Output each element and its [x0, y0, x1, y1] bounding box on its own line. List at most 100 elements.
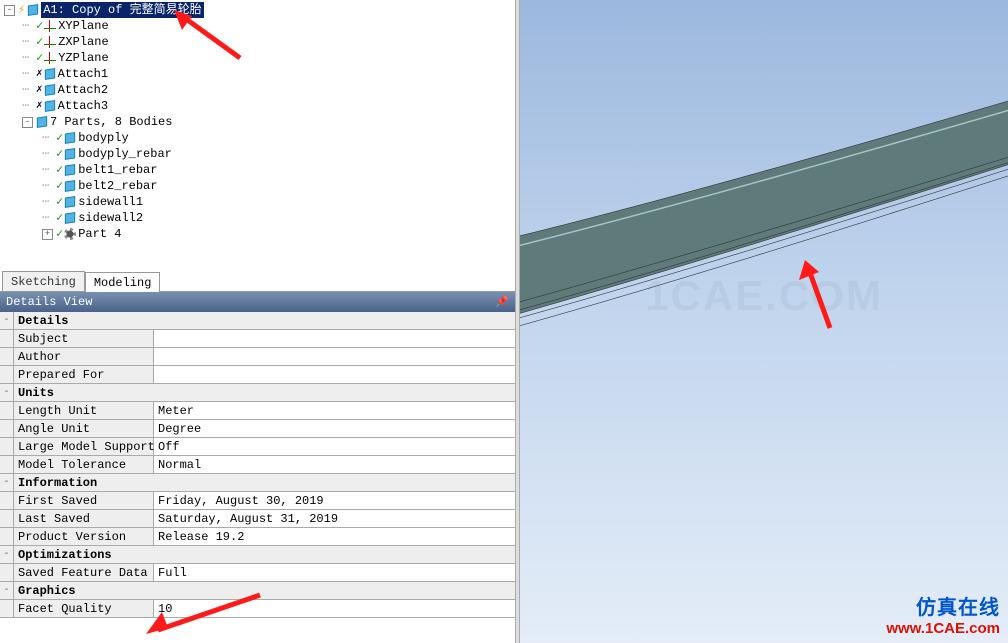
- grid-label: Subject: [14, 330, 154, 347]
- suppress-icon: ✗: [36, 98, 43, 114]
- grid-label: Last Saved: [14, 510, 154, 527]
- grid-value[interactable]: Degree: [154, 420, 515, 437]
- tree-connector: ⋯: [42, 178, 56, 194]
- check-icon: ✓: [36, 50, 43, 66]
- tree-root-label[interactable]: A1: Copy of 完整简易轮胎: [41, 2, 203, 18]
- check-icon: ✓: [56, 194, 63, 210]
- check-icon: ✓: [56, 130, 63, 146]
- tree-connector: ⋯: [22, 66, 36, 82]
- grid-value[interactable]: 10: [154, 600, 515, 617]
- check-icon: ✓: [36, 34, 43, 50]
- tree-item-label[interactable]: Attach3: [58, 98, 108, 114]
- grid-label: Product Version: [14, 528, 154, 545]
- collapse-icon[interactable]: -: [0, 582, 14, 599]
- geometry-icon: [28, 4, 38, 16]
- grid-label: Facet Quality: [14, 600, 154, 617]
- watermark: 仿真在线 www.1CAE.com: [886, 591, 1000, 637]
- grid-value[interactable]: Meter: [154, 402, 515, 419]
- attach-icon: [45, 84, 55, 96]
- tree-item-label[interactable]: Part 4: [78, 226, 121, 242]
- suppress-icon: ✗: [36, 66, 43, 82]
- body-icon: [65, 164, 75, 176]
- grid-header: Units: [14, 384, 515, 401]
- tab-strip: Sketching Modeling: [0, 270, 515, 292]
- body-icon: [65, 148, 75, 160]
- grid-value[interactable]: Friday, August 30, 2019: [154, 492, 515, 509]
- collapse-icon[interactable]: -: [0, 384, 14, 401]
- watermark-cn: 仿真在线: [886, 591, 1000, 620]
- tab-sketching[interactable]: Sketching: [2, 271, 85, 291]
- tree-item-label[interactable]: 7 Parts, 8 Bodies: [50, 114, 172, 130]
- watermark-en: www.1CAE.com: [886, 620, 1000, 637]
- grid-value[interactable]: [154, 348, 515, 365]
- tree-connector: ⋯: [42, 210, 56, 226]
- suppress-icon: ✗: [36, 82, 43, 98]
- collapse-icon[interactable]: -: [0, 312, 14, 329]
- grid-value[interactable]: Release 19.2: [154, 528, 515, 545]
- model-geometry: [520, 50, 1008, 350]
- tree-item-label[interactable]: YZPlane: [58, 50, 108, 66]
- attach-icon: [45, 100, 55, 112]
- tree-connector: ⋯: [22, 50, 36, 66]
- tree-item-label[interactable]: sidewall2: [78, 210, 143, 226]
- details-titlebar: Details View 📌: [0, 292, 515, 312]
- tree-item-label[interactable]: ZXPlane: [58, 34, 108, 50]
- collapse-icon[interactable]: -: [22, 117, 33, 128]
- check-icon: ✓: [56, 226, 63, 242]
- outline-tree[interactable]: - ⚡ A1: Copy of 完整简易轮胎 ⋯✓XYPlane ⋯✓ZXPla…: [0, 0, 515, 270]
- grid-value[interactable]: [154, 366, 515, 383]
- left-panel: - ⚡ A1: Copy of 完整简易轮胎 ⋯✓XYPlane ⋯✓ZXPla…: [0, 0, 515, 643]
- grid-label: Angle Unit: [14, 420, 154, 437]
- tree-item-label[interactable]: XYPlane: [58, 18, 108, 34]
- pin-icon[interactable]: 📌: [495, 295, 509, 309]
- tree-item-label[interactable]: Attach2: [58, 82, 108, 98]
- check-icon: ✓: [56, 210, 63, 226]
- grid-header: Graphics: [14, 582, 515, 599]
- attach-icon: [45, 68, 55, 80]
- plane-icon: [44, 36, 56, 48]
- grid-header: Details: [14, 312, 515, 329]
- grid-label: First Saved: [14, 492, 154, 509]
- expand-icon[interactable]: +: [42, 229, 53, 240]
- tree-connector: ⋯: [22, 34, 36, 50]
- grid-label: Model Tolerance: [14, 456, 154, 473]
- body-icon: [65, 132, 75, 144]
- grid-value[interactable]: Off: [154, 438, 515, 455]
- tree-connector: ⋯: [22, 98, 36, 114]
- collapse-icon[interactable]: -: [0, 474, 14, 491]
- details-grid: -Details Subject Author Prepared For -Un…: [0, 312, 515, 643]
- tree-item-label[interactable]: belt1_rebar: [78, 162, 157, 178]
- tree-connector: ⋯: [42, 194, 56, 210]
- grid-value[interactable]: Saturday, August 31, 2019: [154, 510, 515, 527]
- tree-item-label[interactable]: Attach1: [58, 66, 108, 82]
- grid-value[interactable]: [154, 330, 515, 347]
- plane-icon: [44, 52, 56, 64]
- tab-modeling[interactable]: Modeling: [85, 272, 161, 292]
- tree-item-label[interactable]: bodyply: [78, 130, 128, 146]
- tree-item-label[interactable]: belt2_rebar: [78, 178, 157, 194]
- tree-item-label[interactable]: bodyply_rebar: [78, 146, 172, 162]
- grid-header: Information: [14, 474, 515, 491]
- check-icon: ✓: [56, 162, 63, 178]
- collapse-icon[interactable]: -: [0, 546, 14, 563]
- grid-value[interactable]: Full: [154, 564, 515, 581]
- tree-connector: ⋯: [42, 130, 56, 146]
- tree-connector: ⋯: [22, 82, 36, 98]
- grid-label: Length Unit: [14, 402, 154, 419]
- check-icon: ✓: [56, 146, 63, 162]
- tree-item-label[interactable]: sidewall1: [78, 194, 143, 210]
- grid-header: Optimizations: [14, 546, 515, 563]
- grid-value[interactable]: Normal: [154, 456, 515, 473]
- grid-label: Prepared For: [14, 366, 154, 383]
- 3d-viewport[interactable]: 1CAE.COM 仿真在线 www.1CAE.com: [520, 0, 1008, 643]
- grid-label: Large Model Support: [14, 438, 154, 455]
- collapse-icon[interactable]: -: [4, 5, 15, 16]
- body-icon: [65, 212, 75, 224]
- part-icon: [64, 228, 76, 240]
- body-icon: [65, 180, 75, 192]
- parts-icon: [37, 116, 47, 128]
- tree-connector: ⋯: [42, 146, 56, 162]
- lightning-icon: ⚡: [18, 2, 25, 18]
- check-icon: ✓: [56, 178, 63, 194]
- grid-label: Saved Feature Data: [14, 564, 154, 581]
